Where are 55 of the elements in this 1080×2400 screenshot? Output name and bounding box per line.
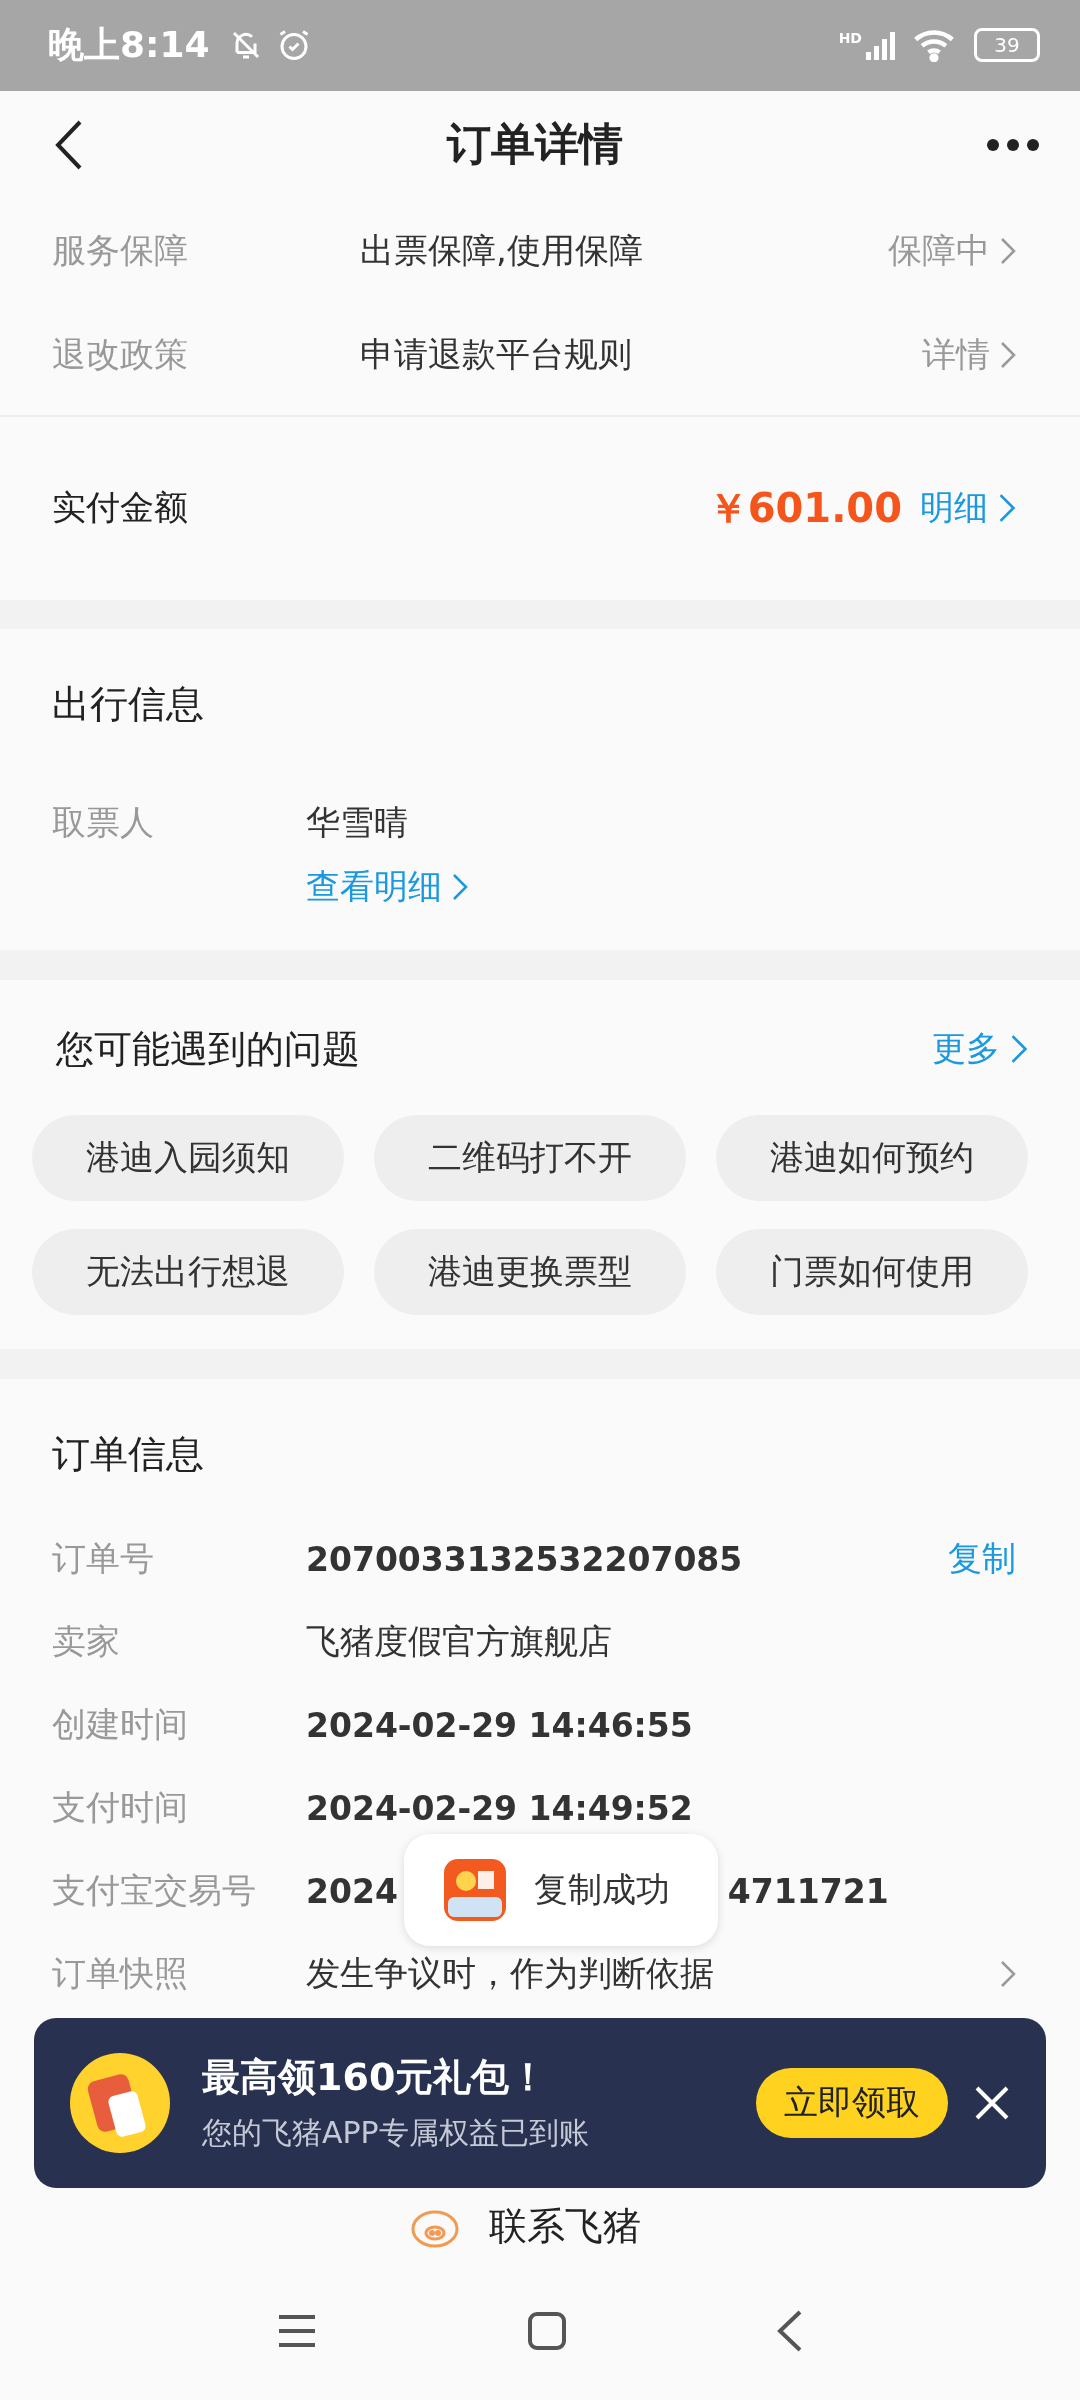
chevron-icon[interactable]	[1000, 1960, 1016, 1988]
chevron-icon	[1000, 236, 1016, 265]
section-title: 出行信息	[52, 681, 205, 729]
row-label: 支付时间	[52, 1786, 189, 1829]
menu-icon[interactable]	[277, 2313, 317, 2350]
payment-amount: ￥601.00	[707, 483, 902, 533]
close-icon[interactable]	[974, 2084, 1010, 2121]
question-chip[interactable]: 港迪如何预约	[716, 1114, 1028, 1201]
back-icon[interactable]	[777, 2310, 803, 2353]
row-label: 创建时间	[52, 1703, 189, 1746]
row-value: 华雪晴	[306, 801, 408, 845]
banner-title: 最高领160元礼包！	[202, 2053, 549, 2101]
question-chip[interactable]: 港迪更换票型	[374, 1228, 686, 1315]
contact-link[interactable]: 联系飞猪	[489, 2200, 641, 2252]
question-chip[interactable]: 门票如何使用	[716, 1228, 1028, 1315]
row-value: 出票保障,使用保障	[360, 228, 643, 272]
question-chip[interactable]: 无法出行想退	[32, 1228, 344, 1315]
app-icon	[444, 1858, 506, 1921]
row-label: 支付宝交易号	[52, 1869, 257, 1912]
row-value: 发生争议时，作为判断依据	[306, 1952, 714, 1995]
row-label: 订单号	[52, 1537, 155, 1580]
row-value: 4711721	[727, 1871, 889, 1911]
row-label: 服务保障	[52, 228, 189, 272]
battery-icon: 39	[974, 28, 1040, 63]
row-label: 退改政策	[52, 332, 189, 376]
row-value: 申请退款平台规则	[360, 332, 632, 376]
row-label: 卖家	[52, 1620, 121, 1663]
row-value: 2024-02-29 14:49:52	[306, 1788, 693, 1828]
section-title: 您可能遇到的问题	[56, 1025, 360, 1073]
chevron-icon	[998, 493, 1016, 524]
payment-label: 实付金额	[52, 486, 188, 530]
gift-icon	[70, 2052, 170, 2153]
chevron-icon	[1000, 340, 1016, 369]
toast-text: 复制成功	[534, 1867, 670, 1911]
order-number: 2070033132532207085	[306, 1539, 743, 1579]
chevron-icon	[452, 873, 468, 902]
section-title: 订单信息	[52, 1430, 205, 1478]
question-chip[interactable]: 二维码打不开	[374, 1114, 686, 1201]
claim-button[interactable]: 立即领取	[756, 2067, 948, 2138]
more-icon[interactable]	[986, 137, 1040, 152]
wifi-icon	[912, 28, 956, 63]
home-icon[interactable]	[527, 2311, 567, 2352]
question-chip[interactable]: 港迪入园须知	[32, 1114, 344, 1201]
row-value: 2024	[306, 1871, 398, 1911]
page-title: 订单详情	[447, 117, 623, 172]
row-label: 取票人	[52, 801, 155, 845]
back-icon[interactable]	[54, 119, 84, 170]
row-value: 2024-02-29 14:46:55	[306, 1705, 693, 1745]
network-label: HD	[838, 30, 862, 46]
status-time: 晚上8:14	[48, 22, 210, 67]
chevron-icon	[1010, 1034, 1028, 1065]
row-value: 飞猪度假官方旗舰店	[306, 1620, 612, 1663]
banner-subtitle: 您的飞猪APP专属权益已到账	[202, 2113, 589, 2152]
promo-banner[interactable]: 最高领160元礼包！ 您的飞猪APP专属权益已到账 立即领取	[34, 2017, 1046, 2188]
row-label: 订单快照	[52, 1952, 189, 1995]
